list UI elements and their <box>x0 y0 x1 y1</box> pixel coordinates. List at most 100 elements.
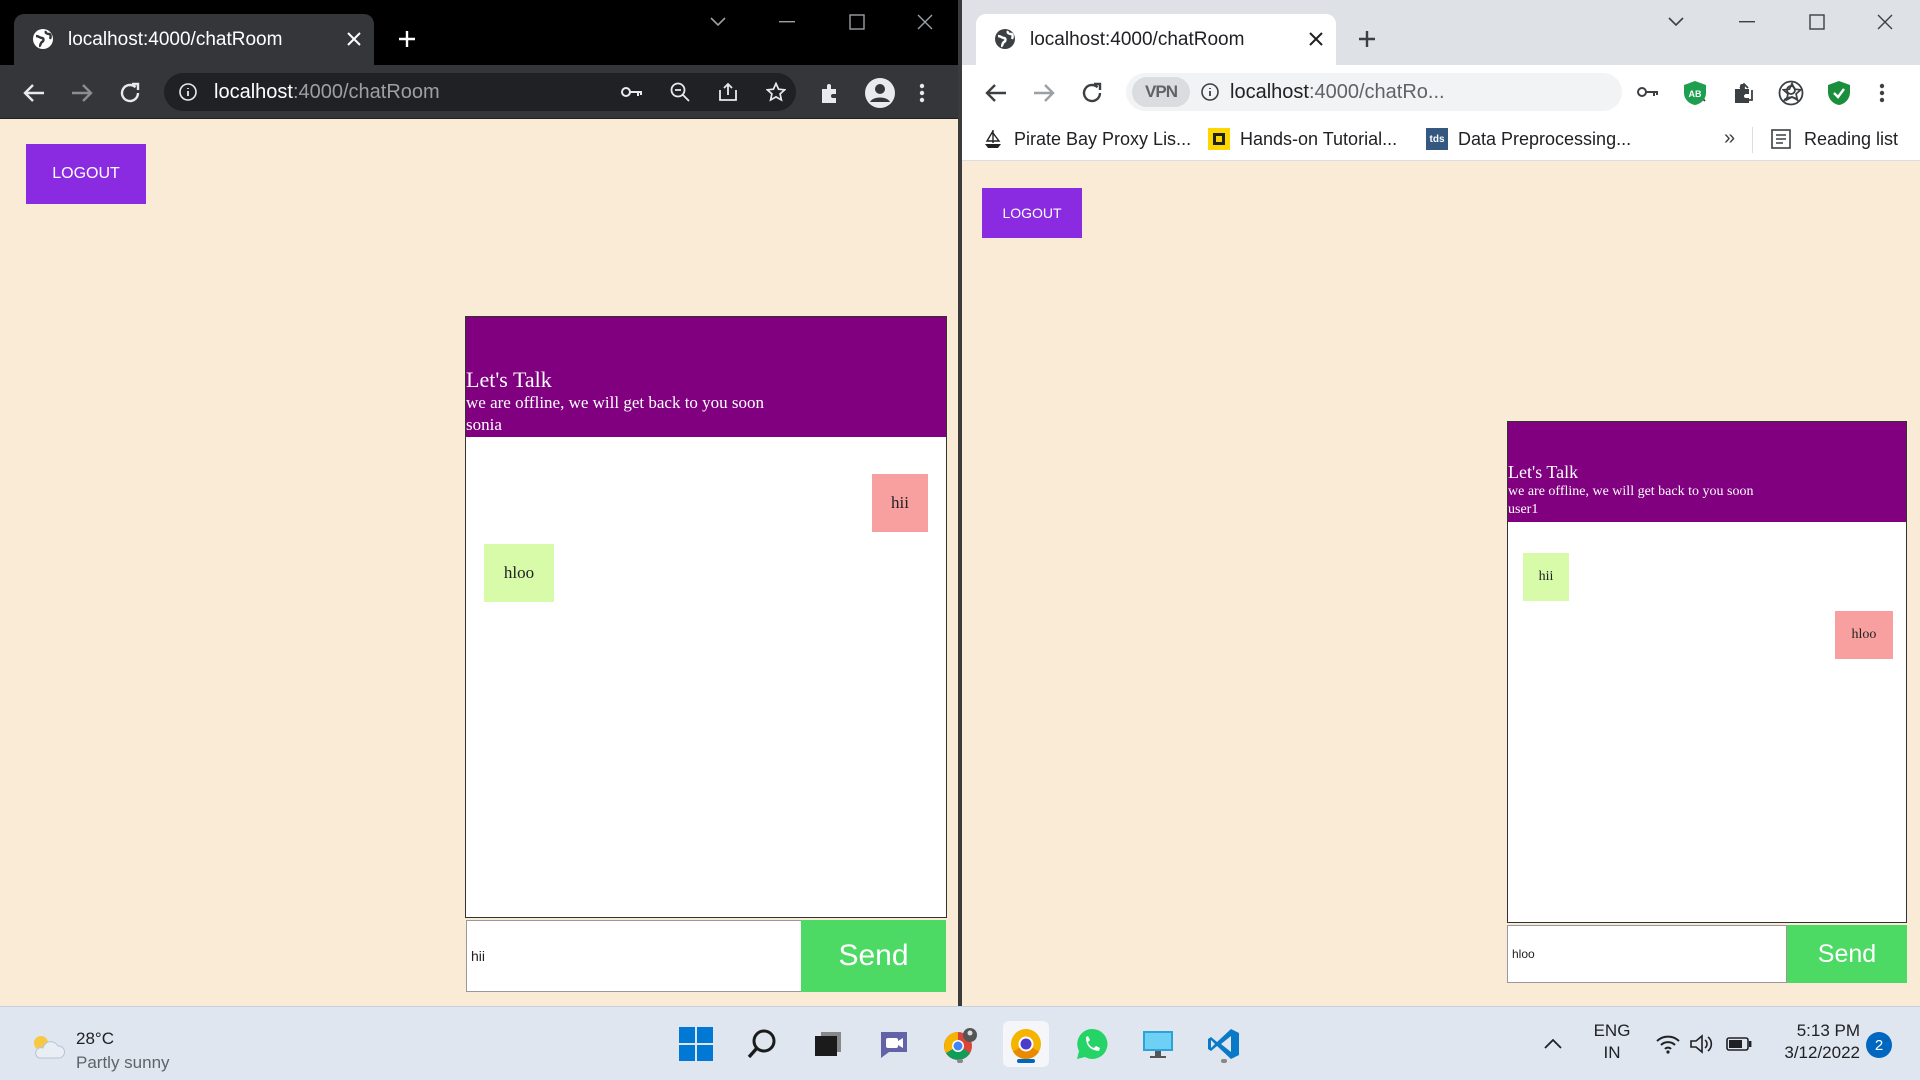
new-tab-icon[interactable] <box>392 24 422 54</box>
forward-icon[interactable] <box>68 79 96 107</box>
bookmark-item-pirate-bay[interactable]: Pirate Bay Proxy Lis... <box>982 128 1191 150</box>
date: 3/12/2022 <box>1784 1043 1860 1062</box>
wifi-icon[interactable] <box>1654 1031 1682 1057</box>
bookmark-label: Data Preprocessing... <box>1458 128 1632 149</box>
chat-status: we are offline, we will get back to you … <box>1508 484 1754 499</box>
menu-dots-icon[interactable] <box>912 79 932 107</box>
yellow-square-icon <box>1208 128 1230 150</box>
chat-window: Let's Talk we are offline, we will get b… <box>1507 421 1907 923</box>
key-icon[interactable] <box>620 81 644 103</box>
teams-chat-button[interactable] <box>871 1021 917 1067</box>
tab-chatroom[interactable]: localhost:4000/chatRoom <box>976 14 1336 65</box>
logout-button[interactable]: LOGOUT <box>26 144 146 204</box>
adblock-icon[interactable]: AB <box>1680 78 1710 108</box>
message-input[interactable]: hloo <box>1507 925 1787 983</box>
send-button[interactable]: Send <box>1787 925 1907 983</box>
address-bar[interactable]: localhost:4000/chatRoom <box>164 73 796 111</box>
right-browser-window: localhost:4000/chatRoom VPN localhost:40… <box>962 0 1920 1006</box>
url-host: localhost <box>214 81 293 103</box>
extensions-icon[interactable] <box>1728 78 1758 108</box>
chat-message-sent: hloo <box>1835 611 1893 659</box>
start-button[interactable] <box>673 1021 719 1067</box>
tab-search-chevron-icon[interactable] <box>706 10 730 34</box>
bookmark-item-data-preprocessing[interactable]: tds Data Preprocessing... <box>1426 128 1631 150</box>
tab-title: localhost:4000/chatRoom <box>68 29 283 50</box>
bookmarks-bar: Pirate Bay Proxy Lis... Hands-on Tutoria… <box>962 119 1920 161</box>
vscode-button[interactable] <box>1201 1021 1247 1067</box>
bookmarks-overflow-icon[interactable]: » <box>1724 127 1735 150</box>
globe-icon <box>994 28 1016 50</box>
remote-desktop-button[interactable] <box>1135 1021 1181 1067</box>
extensions-icon[interactable] <box>816 79 844 107</box>
toolbar: localhost:4000/chatRoom <box>0 65 960 119</box>
remote-desktop-icon <box>1141 1028 1175 1060</box>
share-icon[interactable] <box>716 81 740 103</box>
close-tab-icon[interactable] <box>344 29 364 49</box>
reading-list-icon <box>1770 128 1792 150</box>
region: IN <box>1603 1043 1621 1062</box>
search-icon <box>746 1028 778 1060</box>
reload-icon[interactable] <box>116 79 144 107</box>
close-tab-icon[interactable] <box>1306 29 1326 49</box>
chrome-profile-icon <box>942 1026 978 1062</box>
tab-chatroom[interactable]: localhost:4000/chatRoom <box>14 14 374 65</box>
task-view-icon <box>813 1030 843 1058</box>
chat-message-received: hii <box>1523 553 1569 601</box>
running-indicator <box>957 1059 963 1063</box>
active-indicator <box>1017 1059 1035 1063</box>
whatsapp-button[interactable] <box>1069 1021 1115 1067</box>
clock[interactable]: 5:13 PM 3/12/2022 <box>1764 1021 1860 1063</box>
maximize-icon[interactable] <box>1802 10 1832 34</box>
bookmark-label: Hands-on Tutorial... <box>1240 128 1398 149</box>
message-input[interactable]: hii <box>466 920 802 992</box>
back-icon[interactable] <box>20 79 48 107</box>
chat-message-sent: hii <box>872 474 928 532</box>
start-icon <box>679 1027 713 1061</box>
chat-title: Let's Talk <box>466 367 552 392</box>
ship-icon <box>982 128 1004 150</box>
language-indicator[interactable]: ENG IN <box>1592 1021 1632 1063</box>
tab-search-chevron-icon[interactable] <box>1664 10 1688 34</box>
chat-header: Let's Talk we are offline, we will get b… <box>466 317 946 437</box>
chat-title: Let's Talk <box>1508 462 1579 482</box>
chrome-profile-button[interactable] <box>937 1021 983 1067</box>
minimize-icon[interactable] <box>1732 10 1762 34</box>
chevron-up-icon[interactable] <box>1540 1029 1566 1059</box>
bookmark-star-icon[interactable] <box>764 81 788 103</box>
shield-check-icon[interactable] <box>1824 78 1854 108</box>
profile-avatar-icon[interactable] <box>1776 78 1806 108</box>
chrome-icon <box>1009 1027 1043 1061</box>
weather-desc: Partly sunny <box>76 1053 170 1072</box>
profile-avatar-icon[interactable] <box>864 77 896 109</box>
minimize-icon[interactable] <box>772 10 802 34</box>
window-close-icon[interactable] <box>1870 10 1900 34</box>
chat-username: user1 <box>1508 502 1539 517</box>
zoom-icon[interactable] <box>668 81 692 103</box>
volume-icon[interactable] <box>1688 1031 1716 1057</box>
weather-temp: 28°C <box>76 1029 114 1048</box>
maximize-icon[interactable] <box>842 10 872 34</box>
chat-window: Let's Talk we are offline, we will get b… <box>465 316 947 918</box>
partly-sunny-icon <box>28 1031 66 1061</box>
chat-status: we are offline, we will get back to you … <box>466 393 765 412</box>
taskbar-search-button[interactable] <box>739 1021 785 1067</box>
notification-badge[interactable]: 2 <box>1866 1032 1892 1058</box>
task-view-button[interactable] <box>805 1021 851 1067</box>
teams-chat-icon <box>877 1028 911 1060</box>
battery-icon[interactable] <box>1724 1031 1754 1057</box>
chrome-button[interactable] <box>1003 1021 1049 1067</box>
menu-dots-icon[interactable] <box>1872 78 1892 108</box>
info-icon[interactable] <box>178 82 198 102</box>
new-tab-icon[interactable] <box>1352 24 1382 54</box>
tab-strip: localhost:4000/chatRoom <box>962 0 1920 65</box>
window-close-icon[interactable] <box>910 10 940 34</box>
logout-button[interactable]: LOGOUT <box>982 188 1082 238</box>
chat-message-received: hloo <box>484 544 554 602</box>
bookmark-item-hands-on-tutorial[interactable]: Hands-on Tutorial... <box>1208 128 1397 150</box>
tds-icon: tds <box>1426 128 1448 150</box>
reading-list-button[interactable]: Reading list <box>1770 128 1898 150</box>
language: ENG <box>1593 1021 1631 1040</box>
send-button[interactable]: Send <box>801 920 946 992</box>
svg-text:AB: AB <box>1689 89 1702 99</box>
tab-strip: localhost:4000/chatRoom <box>0 0 960 65</box>
